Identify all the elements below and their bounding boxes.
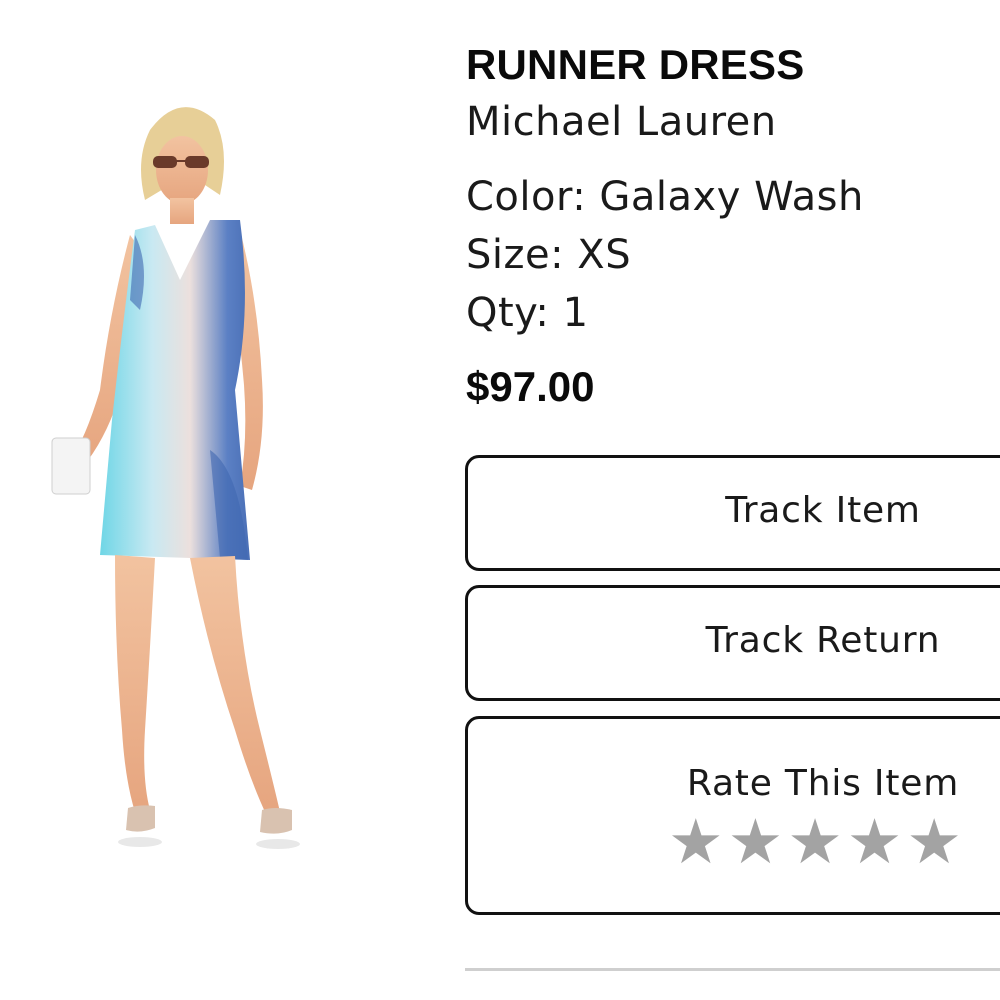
track-item-button[interactable]: Track Item [465,455,1000,571]
star-icon[interactable]: ★ [728,811,784,873]
star-icon[interactable]: ★ [787,811,843,873]
order-item-page: RUNNER DRESS Michael Lauren Color: Galax… [0,0,1000,1000]
product-size: Size: XS [466,232,632,278]
track-return-button[interactable]: Track Return [465,585,1000,701]
product-brand: Michael Lauren [466,99,777,145]
track-return-label: Track Return [705,620,941,661]
star-icon[interactable]: ★ [906,811,962,873]
star-rating: ★ ★ ★ ★ ★ [668,811,962,873]
product-color: Color: Galaxy Wash [466,174,864,220]
divider [465,968,1000,971]
product-price: $97.00 [466,363,595,410]
rate-item-label: Rate This Item [686,763,960,804]
rate-item-panel: Rate This Item ★ ★ ★ ★ ★ [465,716,1000,915]
product-details: RUNNER DRESS Michael Lauren Color: Galax… [466,38,1000,414]
star-icon[interactable]: ★ [668,811,724,873]
product-title: RUNNER DRESS [466,41,805,88]
track-item-label: Track Item [725,490,921,531]
product-image [51,107,300,849]
star-icon[interactable]: ★ [847,811,903,873]
product-qty: Qty: 1 [466,290,589,336]
